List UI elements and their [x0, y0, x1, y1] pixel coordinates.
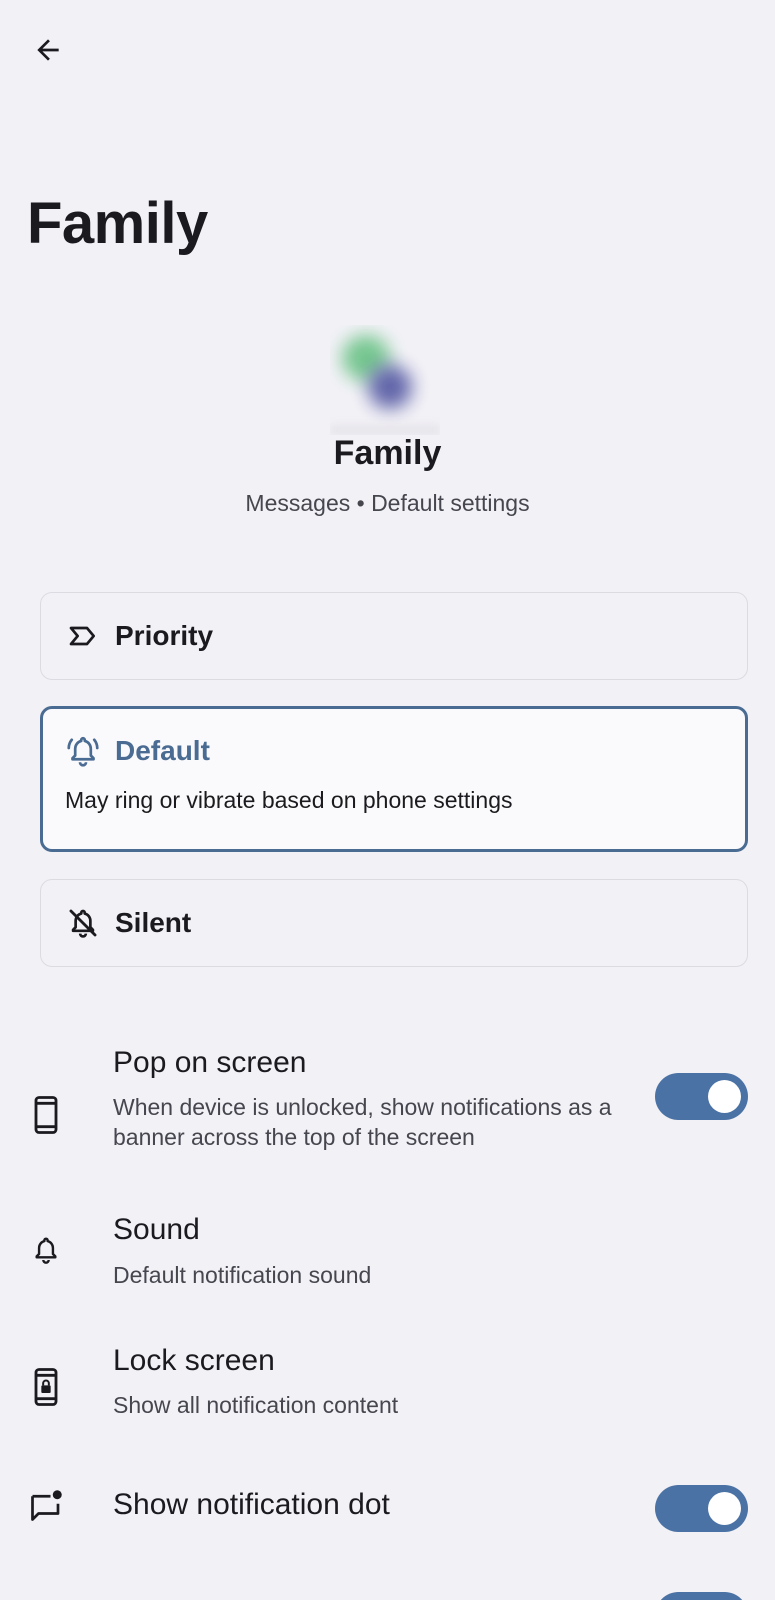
conversation-notification-settings: Family Family Messages • Default setting…: [0, 0, 775, 1600]
pop-on-screen-row[interactable]: Pop on screen When device is unlocked, s…: [0, 1040, 775, 1160]
chat-dot-icon: [28, 1488, 64, 1524]
sound-subtitle: Default notification sound: [113, 1262, 372, 1288]
lock-screen-subtitle: Show all notification content: [113, 1392, 399, 1418]
contact-subtitle: Messages • Default settings: [245, 490, 530, 516]
notification-dot-title: Show notification dot: [113, 1488, 390, 1521]
arrow-back-icon: [37, 39, 59, 61]
default-option[interactable]: Default May ring or vibrate based on pho…: [40, 706, 748, 852]
phone-icon: [28, 1096, 64, 1134]
back-button[interactable]: [22, 24, 74, 76]
notification-dot-row[interactable]: Show notification dot: [0, 1478, 775, 1538]
priority-option[interactable]: Priority: [40, 592, 748, 680]
phone-lock-icon: [28, 1368, 64, 1406]
page-title: Family: [27, 191, 208, 256]
pop-on-screen-subtitle: When device is unlocked, show notificati…: [113, 1094, 612, 1150]
default-description: May ring or vibrate based on phone setti…: [65, 787, 513, 813]
lock-screen-row[interactable]: Lock screen Show all notification conten…: [0, 1342, 775, 1442]
next-toggle-partial[interactable]: [655, 1592, 748, 1600]
toggle-knob: [708, 1080, 741, 1113]
bell-off-icon: [65, 905, 101, 941]
pop-on-screen-toggle[interactable]: [655, 1073, 748, 1120]
contact-name: Family: [333, 434, 442, 472]
sound-title: Sound: [113, 1213, 200, 1246]
sound-row[interactable]: Sound Default notification sound: [0, 1205, 775, 1305]
priority-label: Priority: [115, 620, 214, 651]
avatar: [330, 325, 440, 435]
pop-on-screen-title: Pop on screen: [113, 1046, 307, 1079]
bell-icon: [28, 1232, 64, 1268]
bell-ring-icon: [65, 733, 101, 769]
silent-label: Silent: [115, 907, 192, 938]
priority-icon: [65, 618, 101, 654]
toggle-knob: [708, 1492, 741, 1525]
default-label: Default: [115, 735, 210, 766]
silent-option[interactable]: Silent: [40, 879, 748, 967]
lock-screen-title: Lock screen: [113, 1344, 275, 1377]
notification-dot-toggle[interactable]: [655, 1485, 748, 1532]
